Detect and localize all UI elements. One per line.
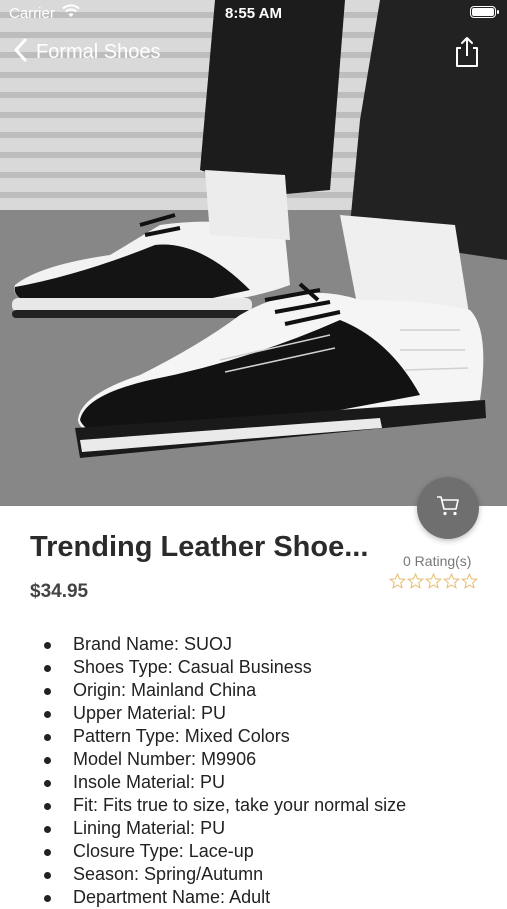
spec-item: Season: Spring/Autumn [0, 863, 507, 886]
spec-text: Model Number: M9906 [73, 749, 257, 769]
spec-item: Origin: Mainland China [0, 679, 507, 702]
spec-text: Department Name: Adult [73, 887, 271, 907]
bullet [44, 780, 51, 787]
battery-icon [470, 6, 499, 18]
bullet [44, 711, 51, 718]
star-icon [388, 572, 407, 594]
spec-text: Upper Material: PU [73, 703, 227, 723]
share-button[interactable] [452, 36, 482, 68]
bullet [44, 803, 51, 810]
spec-text: Closure Type: Lace-up [73, 841, 254, 861]
spec-item: Model Number: M9906 [0, 748, 507, 771]
spec-text: Season: Spring/Autumn [73, 864, 264, 884]
spec-item: Fit: Fits true to size, take your normal… [0, 794, 507, 817]
spec-item: Upper Material: PU [0, 702, 507, 725]
status-bar: Carrier 8:55 AM [0, 0, 507, 28]
spec-text: Shoes Type: Casual Business [73, 657, 312, 677]
star-icon [442, 572, 461, 594]
nav-title: Formal Shoes [36, 40, 161, 63]
cart-icon [436, 495, 460, 522]
spec-text: Brand Name: SUOJ [73, 634, 233, 654]
star-icon [424, 572, 443, 594]
rating-count: 0 Rating(s) [403, 553, 472, 569]
rating-stars[interactable] [388, 572, 479, 594]
spec-text: Insole Material: PU [73, 772, 226, 792]
spec-item: Lining Material: PU [0, 817, 507, 840]
bullet [44, 688, 51, 695]
bullet [44, 849, 51, 856]
bullet [44, 826, 51, 833]
chevron-left-icon [14, 38, 28, 67]
bullet [44, 734, 51, 741]
clock: 8:55 AM [225, 5, 282, 22]
back-button[interactable]: Formal Shoes [14, 36, 161, 68]
bullet [44, 872, 51, 879]
spec-text: Lining Material: PU [73, 818, 226, 838]
share-icon [452, 37, 482, 72]
spec-item: Brand Name: SUOJ [0, 633, 507, 656]
spec-text: Origin: Mainland China [73, 680, 257, 700]
star-icon [406, 572, 425, 594]
spec-item: Closure Type: Lace-up [0, 840, 507, 863]
bullet [44, 665, 51, 672]
add-to-cart-button[interactable] [417, 477, 479, 539]
spec-item: Insole Material: PU [0, 771, 507, 794]
bullet [44, 895, 51, 902]
star-icon [460, 572, 479, 594]
spec-item: Pattern Type: Mixed Colors [0, 725, 507, 748]
product-title: Trending Leather Shoe... [30, 531, 369, 563]
product-image [0, 0, 507, 506]
spec-item: Department Name: Adult [0, 886, 507, 909]
bullet [44, 642, 51, 649]
spec-text: Fit: Fits true to size, take your normal… [73, 795, 407, 815]
bullet [44, 757, 51, 764]
spec-text: Pattern Type: Mixed Colors [73, 726, 290, 746]
product-specs-list: Brand Name: SUOJ Shoes Type: Casual Busi… [0, 633, 507, 909]
spec-item: Shoes Type: Casual Business [0, 656, 507, 679]
product-price: $34.95 [30, 581, 89, 602]
